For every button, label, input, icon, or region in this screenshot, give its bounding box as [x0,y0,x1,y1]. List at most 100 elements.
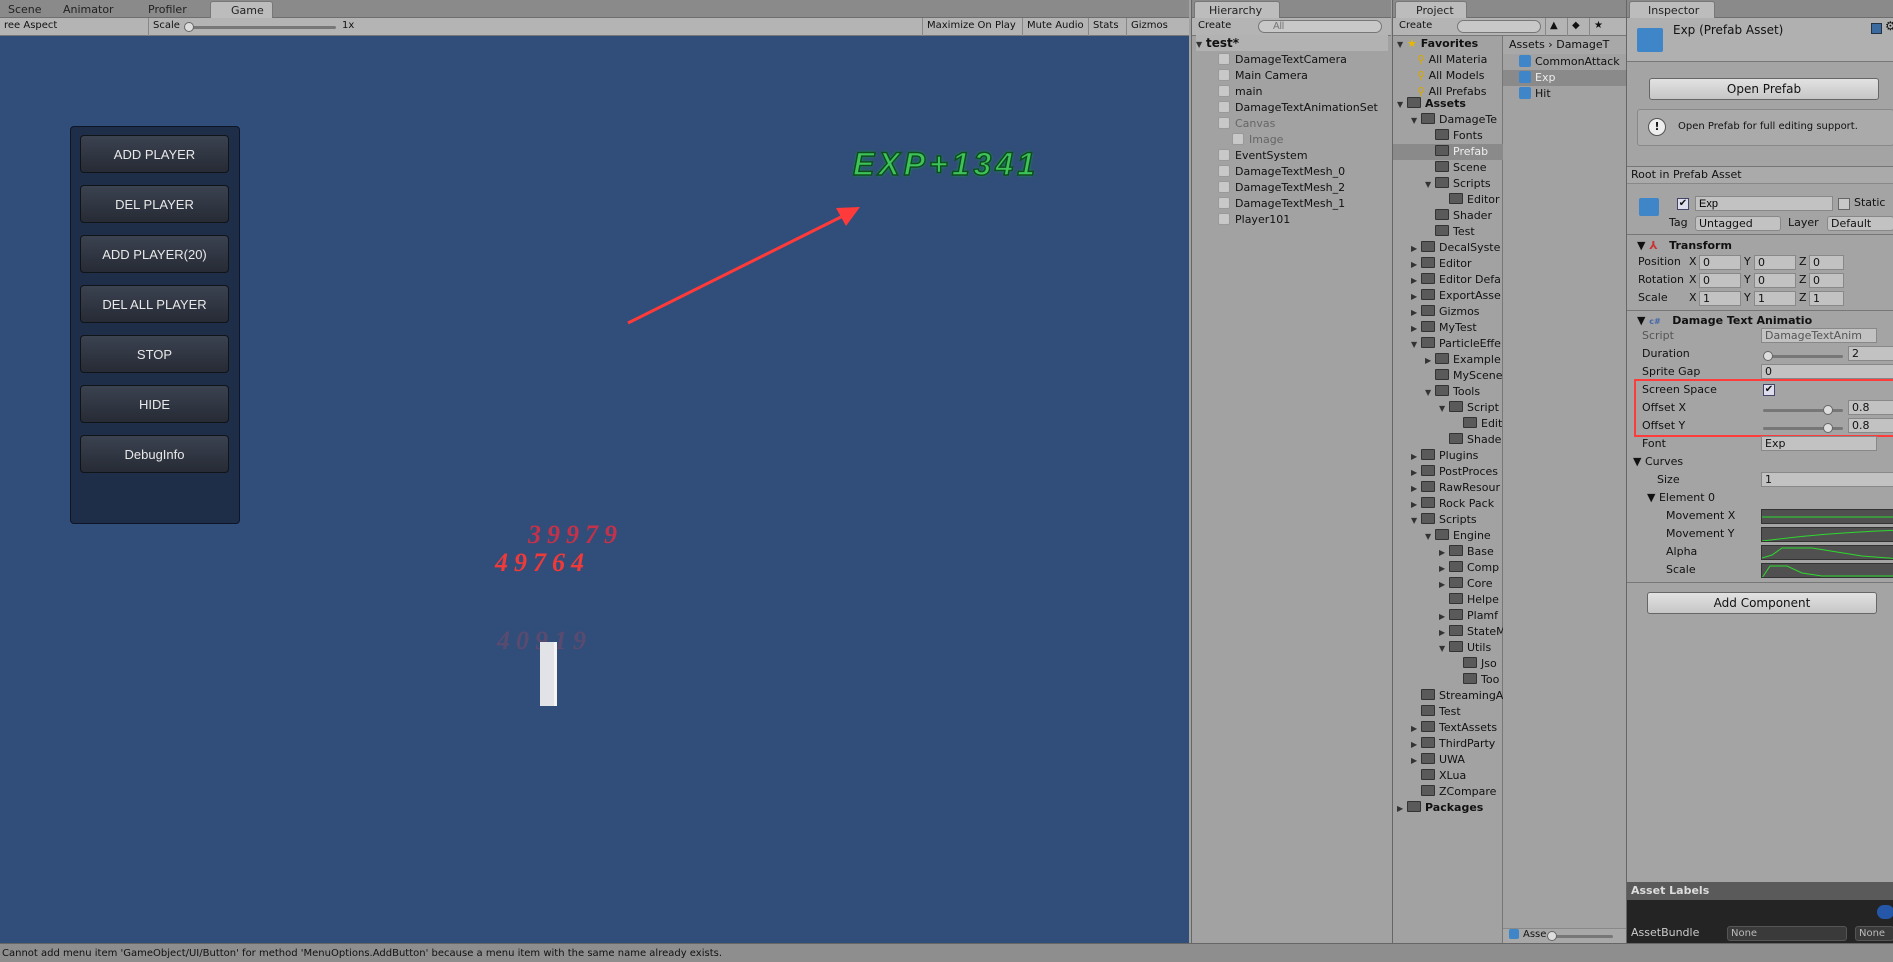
duration-field[interactable]: 2 [1848,346,1893,361]
foldout-arrow[interactable]: ▶ [1411,481,1421,496]
tab-game[interactable]: Game [210,1,273,18]
tab-animator[interactable]: Animator [55,1,122,18]
static-label[interactable]: Static [1854,195,1885,211]
folder-item[interactable]: ▶ TextAssets [1393,720,1503,736]
duration-slider[interactable] [1763,355,1843,358]
folder-item[interactable]: ▼ Scripts [1393,176,1503,192]
foldout-arrow[interactable]: ▶ [1439,625,1449,640]
folder-item[interactable]: Test [1393,224,1503,240]
folder-item[interactable]: ▶ Core [1393,576,1503,592]
tab-profiler[interactable]: Profiler [140,1,195,18]
console-status-bar[interactable]: Cannot add menu item 'GameObject/UI/Butt… [0,943,1893,962]
folder-item[interactable]: ▶ PostProces [1393,464,1503,480]
tag-dropdown[interactable]: Untagged [1695,216,1781,231]
foldout-arrow[interactable]: ▼ [1439,641,1449,656]
foldout-arrow[interactable]: ▼ [1397,97,1407,112]
transform-scale-z-field[interactable]: 1 [1809,291,1844,306]
transform-header[interactable]: ▼ ⅄ Transform [1637,239,1732,252]
assetbundle-dropdown[interactable]: None [1727,926,1847,941]
tab-scene[interactable]: Scene [0,1,50,18]
asset-item[interactable]: CommonAttack [1503,54,1627,70]
foldout-arrow[interactable]: ▼ [1425,385,1435,400]
folder-item[interactable]: ▶ Editor [1393,256,1503,272]
transform-position-z-field[interactable]: 0 [1809,255,1844,270]
folder-item[interactable]: Fonts [1393,128,1503,144]
filter-type-icon[interactable]: ▲ [1545,18,1565,36]
folder-item[interactable]: ▶ Plamf [1393,608,1503,624]
curve-field[interactable] [1761,527,1893,542]
folder-item[interactable]: Shader [1393,208,1503,224]
foldout-arrow[interactable]: ▶ [1425,353,1435,368]
scene-header[interactable]: ▼ test* [1196,35,1388,51]
hierarchy-item[interactable]: EventSystem [1218,148,1388,164]
folder-item[interactable]: ▶ Base [1393,544,1503,560]
foldout-arrow[interactable]: ▶ [1411,753,1421,768]
foldout-arrow[interactable]: ▶ [1411,449,1421,464]
curve-field[interactable] [1761,563,1893,578]
foldout-arrow[interactable]: ▼ [1411,513,1421,528]
tab-inspector[interactable]: Inspector [1629,1,1715,18]
foldout-arrow[interactable]: ▶ [1411,721,1421,736]
hierarchy-item[interactable]: Image [1232,132,1402,148]
foldout-arrow[interactable]: ▶ [1397,801,1407,816]
transform-rotation-x-field[interactable]: 0 [1699,273,1741,288]
transform-position-y-field[interactable]: 0 [1754,255,1796,270]
foldout-arrow[interactable]: ▶ [1411,257,1421,272]
folder-item[interactable]: StreamingA [1393,688,1503,704]
project-create-button[interactable]: Create [1395,18,1436,36]
foldout-arrow[interactable]: ▼ [1411,113,1421,128]
folder-item[interactable]: ▶ Packages [1393,800,1503,816]
hierarchy-create-button[interactable]: Create [1194,18,1235,36]
project-search-input[interactable] [1457,20,1541,33]
folder-item[interactable]: ▶ UWA [1393,752,1503,768]
folder-item[interactable]: Editor [1393,192,1503,208]
favorite-star-icon[interactable]: ★ [1589,18,1609,36]
foldout-arrow[interactable]: ▶ [1439,545,1449,560]
foldout-arrow[interactable]: ▶ [1439,577,1449,592]
folder-item[interactable]: ▼ Assets [1393,96,1503,112]
hierarchy-item[interactable]: DamageTextMesh_0 [1218,164,1388,180]
folder-item[interactable]: ▼ Engine [1393,528,1503,544]
curve-field[interactable] [1761,509,1893,524]
foldout-arrow[interactable]: ▼ [1439,401,1449,416]
hierarchy-item[interactable]: Player101 [1218,212,1388,228]
transform-scale-x-field[interactable]: 1 [1699,291,1741,306]
icon-size-slider[interactable] [1549,935,1613,938]
hierarchy-item[interactable]: DamageTextMesh_2 [1218,180,1388,196]
folder-item[interactable]: MyScene [1393,368,1503,384]
foldout-arrow[interactable]: ▼ [1411,337,1421,352]
foldout-arrow[interactable]: ▶ [1411,497,1421,512]
folder-item[interactable]: ▼ Utils [1393,640,1503,656]
folder-item[interactable]: ▶ Editor Defa [1393,272,1503,288]
mute-audio-toggle[interactable]: Mute Audio [1022,18,1088,36]
folder-item[interactable]: ▼ Script [1393,400,1503,416]
folder-item[interactable]: ▶ Rock Pack [1393,496,1503,512]
aspect-dropdown[interactable]: ree Aspect [0,18,146,36]
foldout-arrow[interactable]: ▶ [1411,289,1421,304]
favorite-item[interactable]: ⚲ All Models [1417,68,1503,84]
curve-field[interactable] [1761,545,1893,560]
foldout-arrow[interactable]: ▶ [1411,273,1421,288]
sprite-gap-field[interactable]: 0 [1761,364,1893,379]
gizmos-dropdown[interactable]: Gizmos [1126,18,1172,36]
gear-icon[interactable]: ⚙ [1885,19,1893,33]
stats-toggle[interactable]: Stats [1088,18,1123,36]
hierarchy-item[interactable]: Main Camera [1218,68,1388,84]
foldout-arrow[interactable]: ▶ [1411,737,1421,752]
game-view[interactable]: ADD PLAYER DEL PLAYER ADD PLAYER(20) DEL… [0,36,1189,943]
scale-slider[interactable] [188,26,336,29]
favorite-item[interactable]: ⚲ All Materia [1417,52,1503,68]
open-prefab-button[interactable]: Open Prefab [1649,78,1879,100]
foldout-arrow[interactable]: ▼ [1425,529,1435,544]
active-checkbox[interactable]: ✔ [1677,198,1689,210]
foldout-arrow[interactable]: ▶ [1439,609,1449,624]
font-field[interactable]: Exp [1761,436,1877,451]
asset-item[interactable]: Hit [1503,86,1627,102]
maximize-on-play-toggle[interactable]: Maximize On Play [922,18,1020,36]
folder-item[interactable]: ▶ Example [1393,352,1503,368]
static-checkbox[interactable] [1838,198,1850,210]
tab-hierarchy[interactable]: Hierarchy [1194,1,1280,18]
foldout-arrow[interactable]: ▼ [1425,177,1435,192]
help-book-icon[interactable] [1871,23,1882,34]
favorites-header[interactable]: ▼ ★ Favorites [1397,36,1478,52]
